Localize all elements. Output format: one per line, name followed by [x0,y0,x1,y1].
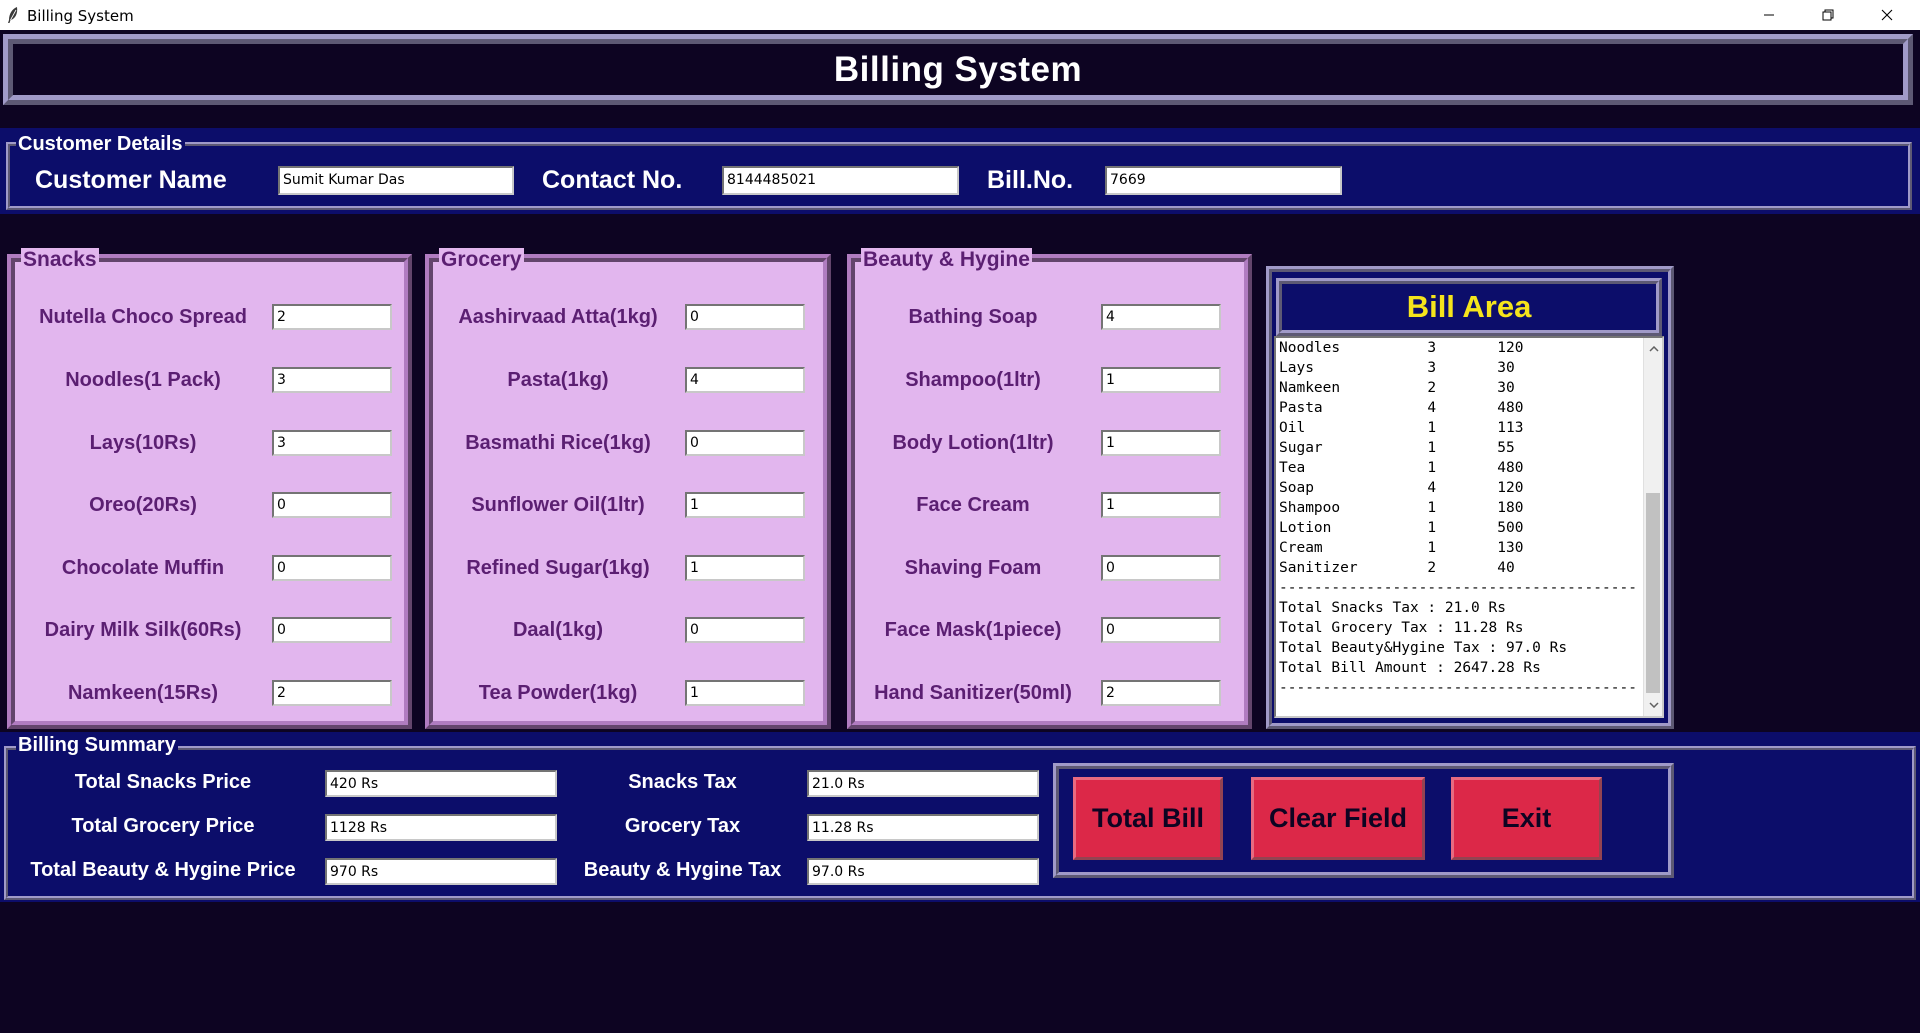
feather-icon [8,7,18,23]
snack-qty-input[interactable]: 0 [272,555,392,581]
scroll-up-icon[interactable] [1644,340,1662,358]
bill-number-label: Bill.No. [987,166,1074,194]
customer-name-input[interactable]: Sumit Kumar Das [278,166,514,195]
snack-item-label: Lays(10Rs) [89,432,197,454]
contact-input[interactable]: 8144485021 [722,166,959,195]
grocery-qty-input[interactable]: 0 [685,430,805,456]
grocery-tax-field[interactable]: 11.28 Rs [807,814,1039,841]
snack-item-label: Noodles(1 Pack) [65,369,221,391]
grocery-qty-input[interactable]: 1 [685,555,805,581]
exit-button[interactable]: Exit [1451,777,1602,860]
restore-icon [1822,9,1834,21]
snack-item-label: Nutella Choco Spread [39,306,247,328]
grocery-item-label: Tea Powder(1kg) [478,682,638,704]
snack-qty-input[interactable]: 0 [272,617,392,643]
beauty-item-label: Hand Sanitizer(50ml) [874,682,1072,704]
beauty-item-label: Shaving Foam [904,557,1042,579]
beauty-qty-input[interactable]: 0 [1101,555,1221,581]
beauty-tax-field[interactable]: 97.0 Rs [807,858,1039,885]
grocery-panel: Grocery Aashirvaad Atta(1kg) 0 Pasta(1kg… [425,248,831,729]
snacks-tax-field[interactable]: 21.0 Rs [807,770,1039,797]
snack-qty-input[interactable]: 3 [272,367,392,393]
grocery-item-label: Basmathi Rice(1kg) [465,432,651,454]
grocery-item-label: Sunflower Oil(1ltr) [471,494,645,516]
page-title: Billing System [833,49,1083,89]
snack-qty-input[interactable]: 2 [272,680,392,706]
beauty-item-label: Shampoo(1ltr) [905,369,1041,391]
bill-scrollbar[interactable] [1643,338,1662,716]
grocery-qty-input[interactable]: 0 [685,304,805,330]
grocery-qty-input[interactable]: 4 [685,367,805,393]
snacks-panel: Snacks Nutella Choco Spread 2 Noodles(1 … [7,248,412,729]
grocery-item-label: Pasta(1kg) [507,369,609,391]
grocery-item-label: Daal(1kg) [512,619,604,641]
close-button[interactable] [1864,0,1910,30]
beauty-price-field[interactable]: 970 Rs [325,858,557,885]
snack-qty-input[interactable]: 2 [272,304,392,330]
grocery-qty-input[interactable]: 1 [685,680,805,706]
bill-textarea[interactable]: Noodles 3 120 Lays 3 30 Namkeen 2 30 Pas… [1274,336,1664,718]
grocery-item-label: Refined Sugar(1kg) [466,557,650,579]
scrollbar-thumb[interactable] [1646,493,1660,693]
customer-details-legend: Customer Details [16,133,185,156]
snack-qty-input[interactable]: 3 [272,430,392,456]
bill-text: Noodles 3 120 Lays 3 30 Namkeen 2 30 Pas… [1279,340,1637,696]
beauty-qty-input[interactable]: 1 [1101,492,1221,518]
grocery-qty-input[interactable]: 1 [685,492,805,518]
beauty-item-label: Body Lotion(1ltr) [892,432,1054,454]
beauty-hygine-legend: Beauty & Hygine [861,248,1032,272]
snacks-tax-label: Snacks Tax [628,771,737,793]
app-heading: Billing System [3,34,1913,105]
beauty-item-label: Face Cream [916,494,1030,516]
grocery-legend: Grocery [439,248,524,272]
snacks-price-label: Total Snacks Price [74,771,252,793]
grocery-item-label: Aashirvaad Atta(1kg) [458,306,658,328]
beauty-price-label: Total Beauty & Hygine Price [30,859,296,881]
beauty-item-label: Face Mask(1piece) [884,619,1062,641]
scroll-down-icon[interactable] [1644,696,1662,714]
window-titlebar: Billing System [0,0,1920,30]
beauty-qty-input[interactable]: 2 [1101,680,1221,706]
beauty-qty-input[interactable]: 0 [1101,617,1221,643]
close-icon [1881,9,1893,21]
minimize-icon [1764,14,1774,16]
total-bill-button[interactable]: Total Bill [1073,777,1223,860]
grocery-price-field[interactable]: 1128 Rs [325,814,557,841]
billing-summary-legend: Billing Summary [16,734,178,757]
beauty-item-label: Bathing Soap [908,306,1038,328]
grocery-qty-input[interactable]: 0 [685,617,805,643]
beauty-qty-input[interactable]: 4 [1101,304,1221,330]
grocery-price-label: Total Grocery Price [71,815,255,837]
restore-button[interactable] [1805,0,1851,30]
bill-area-header: Bill Area [1276,278,1662,336]
snack-item-label: Dairy Milk Silk(60Rs) [44,619,242,641]
grocery-tax-label: Grocery Tax [624,815,741,837]
contact-label: Contact No. [542,166,683,194]
snacks-legend: Snacks [21,248,99,272]
beauty-qty-input[interactable]: 1 [1101,367,1221,393]
clear-field-button[interactable]: Clear Field [1251,777,1425,860]
beauty-tax-label: Beauty & Hygine Tax [583,859,782,881]
customer-name-label: Customer Name [35,166,227,194]
bill-number-input[interactable]: 7669 [1105,166,1342,195]
snack-qty-input[interactable]: 0 [272,492,392,518]
window-title: Billing System [27,7,134,25]
snack-item-label: Chocolate Muffin [61,557,225,579]
beauty-hygine-panel: Beauty & Hygine Bathing Soap 4 Shampoo(1… [847,248,1252,729]
minimize-button[interactable] [1746,0,1792,30]
snack-item-label: Oreo(20Rs) [89,494,197,516]
snack-item-label: Namkeen(15Rs) [67,682,219,704]
beauty-qty-input[interactable]: 1 [1101,430,1221,456]
snacks-price-field[interactable]: 420 Rs [325,770,557,797]
bill-area-title: Bill Area [1406,289,1532,324]
